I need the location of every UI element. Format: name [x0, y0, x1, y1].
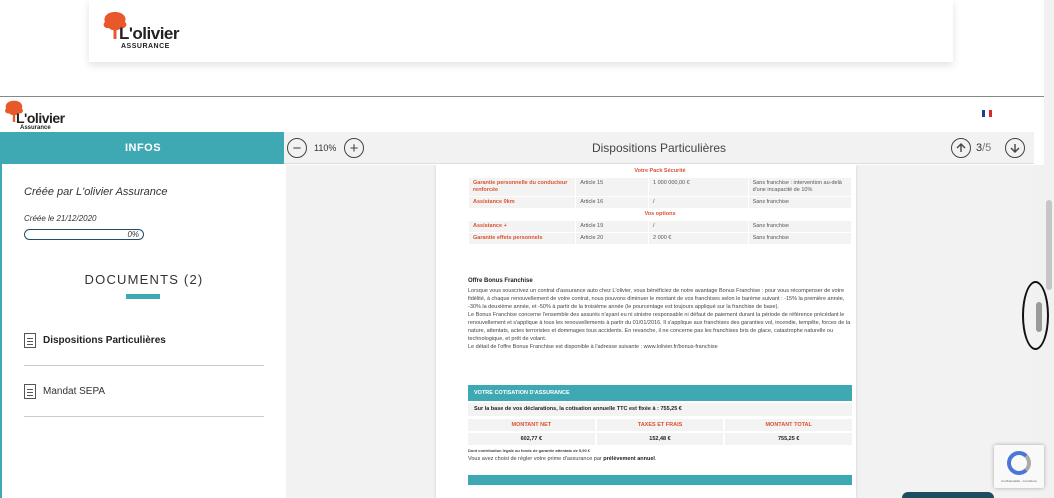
bonus-paragraph: Le Bonus Franchise concerne l'ensemble d…: [468, 312, 851, 342]
cotisation-line: Sur la base de vos déclarations, la coti…: [468, 403, 852, 416]
progress-percent: 0%: [127, 230, 139, 239]
document-icon: [24, 333, 36, 348]
zoom-level: 110%: [314, 143, 337, 153]
next-page-button[interactable]: [1005, 138, 1025, 158]
guarantee-article: Article 16: [575, 196, 649, 209]
recaptcha-icon: [1007, 451, 1031, 475]
option-amount: 2 000 €: [648, 232, 749, 245]
payment-choice: Vous avez choisi de régler votre prime d…: [468, 456, 656, 462]
amount-column-taxes: TAXES ET FRAIS 152,48 €: [596, 419, 724, 445]
pack-heading: Votre Pack Sécurité: [468, 165, 852, 178]
signature-progress-bar: 0%: [24, 229, 144, 240]
payment-method: prélèvement annuel: [603, 456, 655, 462]
document-item-mandat-sepa[interactable]: Mandat SEPA: [24, 367, 264, 417]
minus-circle-icon: −: [292, 139, 302, 157]
table-row: Garantie effets personnels Article 20 2 …: [467, 232, 853, 245]
bonus-title: Offre Bonus Franchise: [468, 278, 533, 284]
bonus-paragraph: Lorsque vous souscrivez un contrat d'ass…: [468, 288, 845, 310]
viewer-header: L'olivier Assurance: [0, 97, 1044, 132]
cotisation-title: VOTRE COTISATION D'ASSURANCE: [468, 385, 852, 401]
highlight-ring: [1022, 281, 1049, 350]
document-viewer: L'olivier Assurance INFOS Créée par L'ol…: [0, 96, 1044, 498]
option-name: Garantie effets personnels: [467, 232, 577, 245]
amount-value: 602,77 €: [468, 433, 595, 445]
guarantees-table: Votre Pack Sécurité Garantie personnelle…: [467, 165, 853, 245]
recaptcha-text: Confidentialité - Conditions: [1001, 479, 1037, 483]
option-franchise: Sans franchise: [747, 232, 853, 245]
amount-header: MONTANT NET: [468, 419, 595, 431]
amount-header: MONTANT TOTAL: [725, 419, 853, 431]
guarantee-amount: /: [648, 196, 749, 209]
viewer-logo-sub: Assurance: [20, 125, 51, 131]
app-root: L'olivier ASSURANCE L'olivier Assurance …: [0, 0, 1054, 498]
site-logo-brand: L'olivier: [119, 24, 180, 43]
site-logo[interactable]: L'olivier ASSURANCE: [101, 10, 185, 52]
total-pages: /5: [982, 142, 992, 154]
amount-column-total: MONTANT TOTAL 755,25 €: [725, 419, 853, 445]
table-row: Assistance + Article 19 / Sans franchise: [467, 220, 853, 233]
bonus-text: Lorsque vous souscrivez un contrat d'ass…: [468, 287, 854, 351]
info-sidebar: INFOS Créée par L'olivier Assurance Créé…: [0, 132, 284, 498]
created-on-text: Créée le 21/12/2020: [24, 214, 97, 223]
option-franchise: Sans franchise: [747, 220, 853, 233]
viewer-logo[interactable]: L'olivier Assurance: [3, 99, 69, 131]
guarantee-franchise: Sans franchise: [747, 196, 853, 209]
site-logo-sub: ASSURANCE: [121, 43, 170, 50]
documents-title: DOCUMENTS (2): [84, 272, 204, 287]
payment-prefix: Vous avez choisi de régler votre prime d…: [468, 456, 604, 462]
payment-suffix: .: [654, 456, 657, 462]
table-row: Assistance 0km Article 16 / Sans franchi…: [467, 196, 853, 209]
amount-header: TAXES ET FRAIS: [596, 419, 724, 431]
contribution-note: Dont contribution légale au fonds de gar…: [468, 448, 591, 453]
document-page: Votre Pack Sécurité Garantie personnelle…: [436, 165, 856, 498]
bottom-floating-button[interactable]: [902, 492, 994, 498]
guarantee-amount: 1 000 000,00 €: [648, 177, 749, 197]
option-name: Assistance +: [467, 220, 577, 233]
document-item-dispositions[interactable]: Dispositions Particulières: [24, 316, 264, 366]
plus-circle-icon: +: [349, 139, 359, 157]
viewer-toolbar: − 110% + Dispositions Particulières 3/5: [284, 132, 1034, 164]
amount-value: 152,48 €: [596, 433, 724, 445]
amount-column-net: MONTANT NET 602,77 €: [468, 419, 595, 445]
document-canvas[interactable]: Votre Pack Sécurité Garantie personnelle…: [286, 165, 1034, 498]
document-icon: [24, 384, 36, 399]
zoom-out-button[interactable]: −: [287, 138, 307, 158]
options-heading: Vos options: [468, 208, 852, 221]
page-scrollbar[interactable]: [1044, 0, 1054, 498]
zoom-in-button[interactable]: +: [344, 138, 364, 158]
amount-value: 755,25 €: [725, 433, 853, 445]
table-row: Vos options: [468, 208, 852, 221]
document-title: Dispositions Particulières: [591, 141, 727, 155]
guarantee-name: Garantie personnelle du conducteur renfo…: [467, 177, 577, 197]
document-item-label: Dispositions Particulières: [43, 335, 166, 346]
guarantee-name: Assistance 0km: [467, 196, 577, 209]
page-scrollbar-thumb[interactable]: [1046, 200, 1052, 290]
bonus-paragraph: Le détail de l'offre Bonus Franchise est…: [468, 344, 718, 350]
arrow-up-circle-icon: [956, 143, 966, 152]
document-item-label: Mandat SEPA: [43, 386, 106, 397]
recaptcha-badge[interactable]: Confidentialité - Conditions: [994, 445, 1044, 488]
guarantee-franchise: Sans franchise : intervention au-delà d'…: [747, 177, 853, 197]
created-by-text: Créée par L'olivier Assurance: [24, 186, 168, 198]
option-article: Article 20: [575, 232, 649, 245]
french-flag-icon[interactable]: [982, 110, 992, 117]
next-section-bar: [468, 475, 852, 485]
site-header: L'olivier ASSURANCE: [89, 0, 953, 62]
previous-page-button[interactable]: [951, 138, 971, 158]
page-indicator: 3/5: [976, 142, 991, 154]
table-row: Votre Pack Sécurité: [468, 165, 852, 178]
table-row: Garantie personnelle du conducteur renfo…: [467, 177, 853, 197]
documents-title-underline: [126, 294, 160, 299]
guarantee-article: Article 15: [575, 177, 649, 197]
tab-infos[interactable]: INFOS: [2, 132, 284, 164]
viewer-logo-brand: L'olivier: [16, 110, 65, 126]
option-article: Article 19: [575, 220, 649, 233]
arrow-down-circle-icon: [1010, 144, 1020, 153]
amounts-grid: MONTANT NET 602,77 € TAXES ET FRAIS 152,…: [468, 419, 853, 445]
option-amount: /: [648, 220, 749, 233]
